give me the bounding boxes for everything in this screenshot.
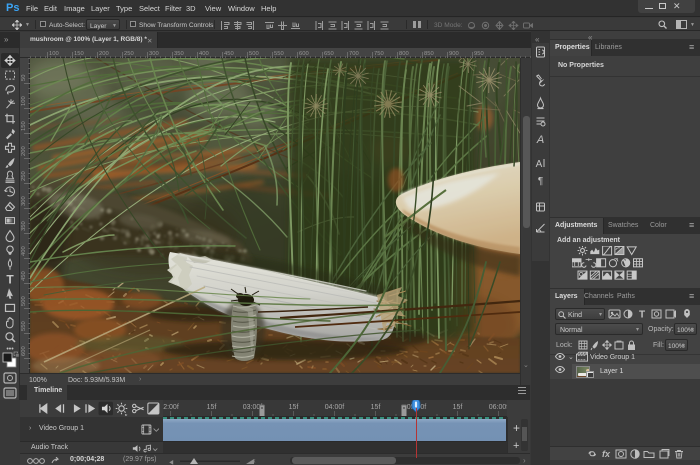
svg-text:A: A <box>536 134 544 146</box>
svg-text:15f: 15f <box>207 404 217 411</box>
svg-text:100: 100 <box>21 96 27 106</box>
svg-text:200: 200 <box>21 146 27 156</box>
svg-text:•••: ••• <box>6 346 14 353</box>
svg-text:750: 750 <box>374 51 384 57</box>
svg-text:850: 850 <box>424 51 434 57</box>
svg-text:150: 150 <box>74 51 84 57</box>
svg-text:450: 450 <box>224 51 234 57</box>
svg-text:650: 650 <box>324 51 334 57</box>
svg-text:150: 150 <box>21 121 27 131</box>
svg-text:950: 950 <box>474 51 484 57</box>
svg-text:400: 400 <box>21 246 27 256</box>
svg-text:600: 600 <box>21 346 27 356</box>
svg-text:04:00f: 04:00f <box>325 404 345 411</box>
svg-text:900: 900 <box>449 51 459 57</box>
svg-text:T: T <box>6 272 14 286</box>
svg-text:550: 550 <box>274 51 284 57</box>
svg-text:200: 200 <box>99 51 109 57</box>
svg-text:T: T <box>639 310 645 321</box>
svg-text:500: 500 <box>249 51 259 57</box>
svg-text:450: 450 <box>21 271 27 281</box>
svg-text:250: 250 <box>21 171 27 181</box>
svg-text:15f: 15f <box>289 404 299 411</box>
svg-text:350: 350 <box>174 51 184 57</box>
svg-text:2:00f: 2:00f <box>163 404 179 411</box>
svg-text:800: 800 <box>399 51 409 57</box>
svg-text:350: 350 <box>21 221 27 231</box>
svg-text:100: 100 <box>49 51 59 57</box>
svg-text:¶: ¶ <box>538 176 543 187</box>
svg-text:fx: fx <box>602 449 611 459</box>
svg-text:A: A <box>536 159 543 170</box>
svg-text:15f: 15f <box>453 404 463 411</box>
svg-text:250: 250 <box>124 51 134 57</box>
svg-text:06:00f: 06:00f <box>489 404 507 411</box>
svg-text:50: 50 <box>21 75 27 81</box>
svg-text:300: 300 <box>21 196 27 206</box>
svg-text:15f: 15f <box>371 404 381 411</box>
svg-text:400: 400 <box>199 51 209 57</box>
svg-text:500: 500 <box>21 296 27 306</box>
svg-text:300: 300 <box>149 51 159 57</box>
svg-text:700: 700 <box>349 51 359 57</box>
svg-text:600: 600 <box>299 51 309 57</box>
svg-text:550: 550 <box>21 321 27 331</box>
